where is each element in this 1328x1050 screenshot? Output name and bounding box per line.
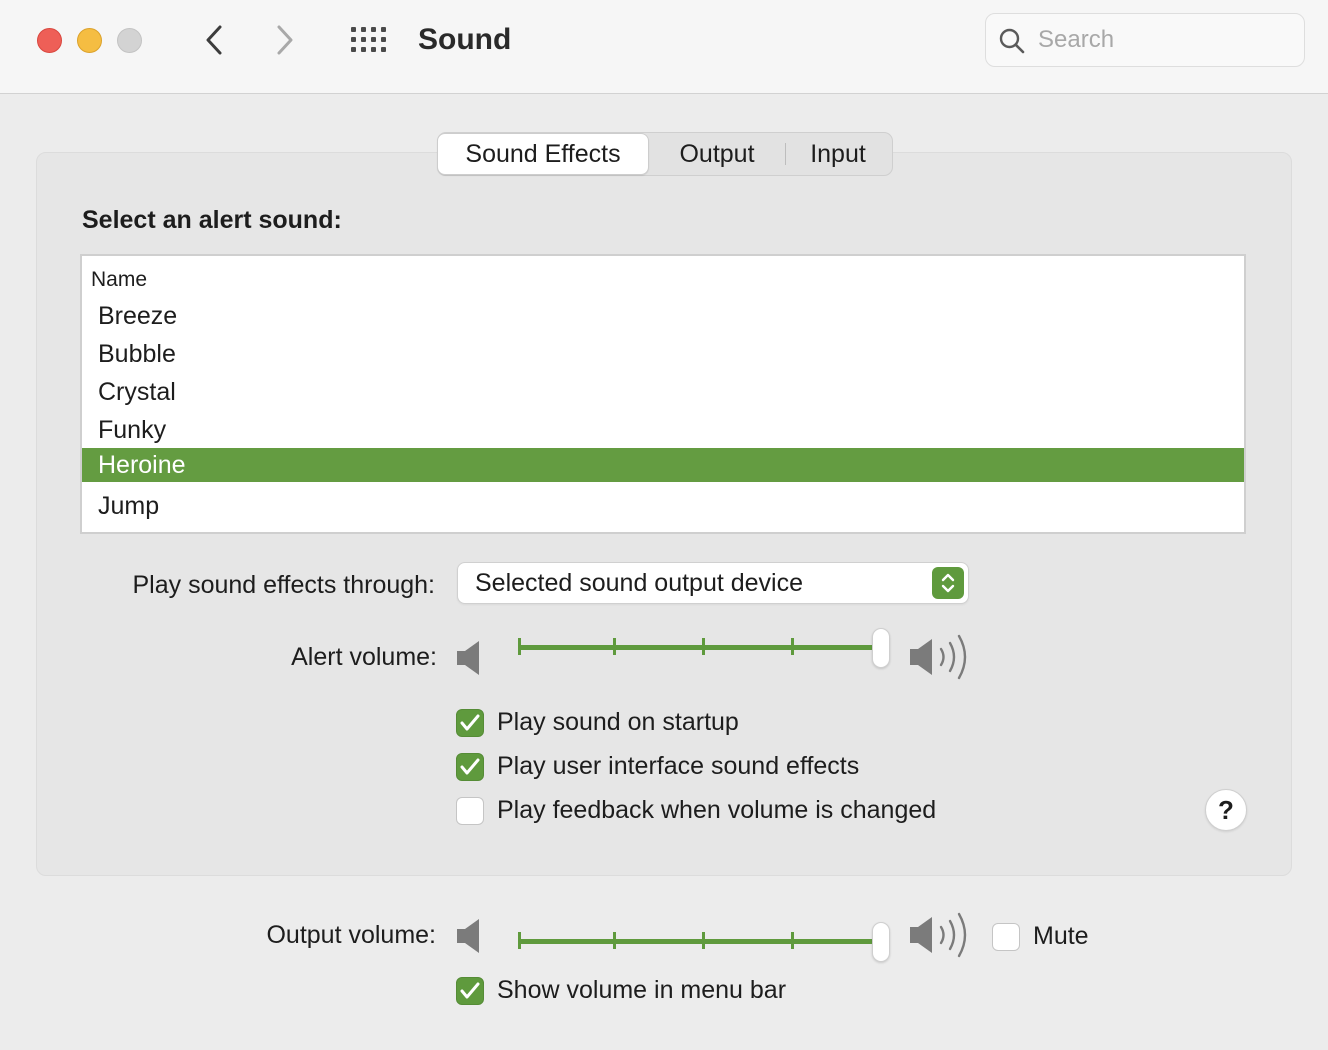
slider-tick [791, 932, 794, 949]
mute-option[interactable]: Mute [992, 922, 1089, 951]
tab-bar: Sound Effects Output Input [437, 132, 893, 176]
startup-sound-label: Play sound on startup [497, 708, 739, 736]
search-icon [999, 28, 1025, 54]
grid-icon [351, 27, 386, 52]
volume-feedback-label: Play feedback when volume is changed [497, 796, 937, 824]
slider-tick [791, 638, 794, 655]
startup-sound-checkbox[interactable] [456, 708, 484, 737]
tab-input[interactable]: Input [786, 133, 890, 175]
mute-label: Mute [1033, 922, 1089, 950]
show-volume-menu-bar-label: Show volume in menu bar [497, 976, 787, 1004]
back-button[interactable] [196, 22, 232, 58]
tab-output[interactable]: Output [649, 133, 785, 175]
chevron-right-icon [277, 25, 293, 55]
chevron-left-icon [206, 25, 222, 55]
show-volume-menu-bar-checkbox[interactable] [456, 976, 484, 1005]
slider-track [518, 939, 874, 944]
checkmark-icon [460, 758, 480, 774]
speaker-low-icon [457, 641, 479, 675]
forward-button[interactable] [267, 22, 303, 58]
search-field[interactable] [985, 13, 1305, 67]
speaker-high-icon [910, 634, 967, 680]
zoom-window-button[interactable] [117, 28, 142, 53]
slider-thumb[interactable] [872, 922, 890, 962]
speaker-high-icon [910, 912, 967, 958]
output-volume-label: Output volume: [266, 921, 436, 949]
alert-sound-heading: Select an alert sound: [82, 206, 342, 234]
alert-volume-slider[interactable] [518, 628, 890, 678]
list-item[interactable]: Funky [82, 413, 1244, 447]
output-volume-slider[interactable] [518, 922, 890, 972]
play-through-popup[interactable]: Selected sound output device [457, 562, 969, 604]
title-bar: Sound [0, 0, 1328, 94]
slider-track [518, 645, 874, 650]
speaker-low-icon [457, 919, 479, 953]
list-item[interactable]: Bubble [82, 337, 1244, 371]
checkmark-icon [460, 714, 480, 730]
list-item[interactable]: Crystal [82, 375, 1244, 409]
slider-tick [613, 932, 616, 949]
play-through-label: Play sound effects through: [132, 571, 435, 599]
slider-tick [518, 932, 521, 949]
list-column-header[interactable]: Name [91, 268, 147, 292]
help-button[interactable]: ? [1205, 789, 1247, 831]
alert-volume-label: Alert volume: [291, 643, 437, 671]
window-title: Sound [418, 23, 512, 56]
chevron-up-down-icon [941, 573, 955, 593]
play-through-value: Selected sound output device [475, 569, 804, 597]
slider-thumb[interactable] [872, 628, 890, 668]
show-volume-menu-bar-option[interactable]: Show volume in menu bar [456, 976, 786, 1005]
volume-feedback-checkbox[interactable] [456, 796, 484, 825]
popup-stepper [932, 567, 964, 599]
show-all-button[interactable] [348, 22, 390, 58]
ui-sound-effects-label: Play user interface sound effects [497, 752, 860, 780]
minimize-window-button[interactable] [77, 28, 102, 53]
mute-checkbox[interactable] [992, 922, 1020, 951]
list-item[interactable]: Jump [82, 489, 1244, 523]
search-input[interactable] [1038, 24, 1288, 56]
list-item-selected[interactable]: Heroine [82, 448, 1244, 482]
slider-tick [613, 638, 616, 655]
checkmark-icon [460, 982, 480, 998]
startup-sound-option[interactable]: Play sound on startup [456, 708, 739, 737]
ui-sound-effects-checkbox[interactable] [456, 752, 484, 781]
close-window-button[interactable] [37, 28, 62, 53]
list-item[interactable]: Breeze [82, 299, 1244, 333]
slider-tick [702, 638, 705, 655]
alert-sound-list[interactable]: Name Breeze Bubble Crystal Funky Heroine… [80, 254, 1246, 534]
tab-sound-effects[interactable]: Sound Effects [437, 133, 649, 175]
volume-feedback-option[interactable]: Play feedback when volume is changed [456, 796, 936, 825]
slider-tick [702, 932, 705, 949]
ui-sound-effects-option[interactable]: Play user interface sound effects [456, 752, 859, 781]
slider-tick [518, 638, 521, 655]
